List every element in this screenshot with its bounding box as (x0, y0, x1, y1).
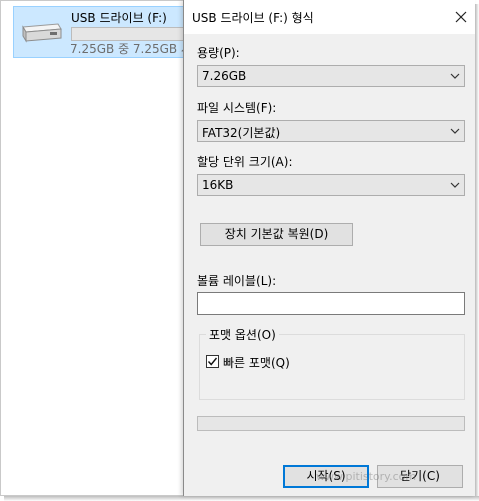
chevron-down-icon (450, 182, 460, 188)
watermark: www.pitistory.com (316, 470, 417, 483)
capacity-value: 7.26GB (202, 69, 247, 83)
filesystem-select[interactable]: FAT32(기본값) (197, 120, 465, 142)
allocation-size-label: 할당 단위 크기(A): (197, 155, 293, 169)
filesystem-label: 파일 시스템(F): (197, 101, 277, 115)
allocation-size-value: 16KB (202, 178, 234, 192)
frame-shadow-bottom (4, 496, 479, 501)
close-icon[interactable] (450, 6, 472, 28)
filesystem-value: FAT32(기본값) (202, 126, 281, 140)
format-options-title: 포맷 옵션(O) (206, 326, 279, 343)
checkmark-icon (207, 357, 218, 366)
quick-format-checkbox[interactable] (206, 355, 219, 368)
format-progress-bar (197, 416, 465, 431)
drive-item-usb[interactable]: USB 드라이브 (F:) 7.25GB 중 7.25GB 사용 가능 (13, 6, 189, 58)
chevron-down-icon (450, 73, 460, 79)
allocation-size-select[interactable]: 16KB (197, 174, 465, 196)
volume-label-input[interactable] (197, 292, 465, 315)
frame-shadow-right (475, 4, 479, 497)
format-dialog: USB 드라이브 (F:) 형식 용량(P): 7.26GB 파일 시스템(F)… (183, 0, 475, 496)
capacity-label: 용량(P): (197, 46, 240, 60)
drive-name: USB 드라이브 (F:) (71, 11, 167, 25)
capacity-select[interactable]: 7.26GB (197, 65, 465, 87)
dialog-titlebar[interactable]: USB 드라이브 (F:) 형식 (184, 0, 475, 34)
dialog-title: USB 드라이브 (F:) 형식 (192, 11, 314, 25)
drive-usage-bar (71, 27, 189, 41)
volume-label-label: 볼륨 레이블(L): (197, 274, 277, 288)
quick-format-label[interactable]: 빠른 포맷(Q) (223, 354, 290, 371)
drive-size-text: 7.25GB 중 7.25GB 사용 가능 (70, 42, 188, 56)
chevron-down-icon (450, 128, 460, 134)
usb-drive-icon (20, 21, 64, 47)
restore-defaults-button[interactable]: 장치 기본값 복원(D) (200, 223, 353, 246)
